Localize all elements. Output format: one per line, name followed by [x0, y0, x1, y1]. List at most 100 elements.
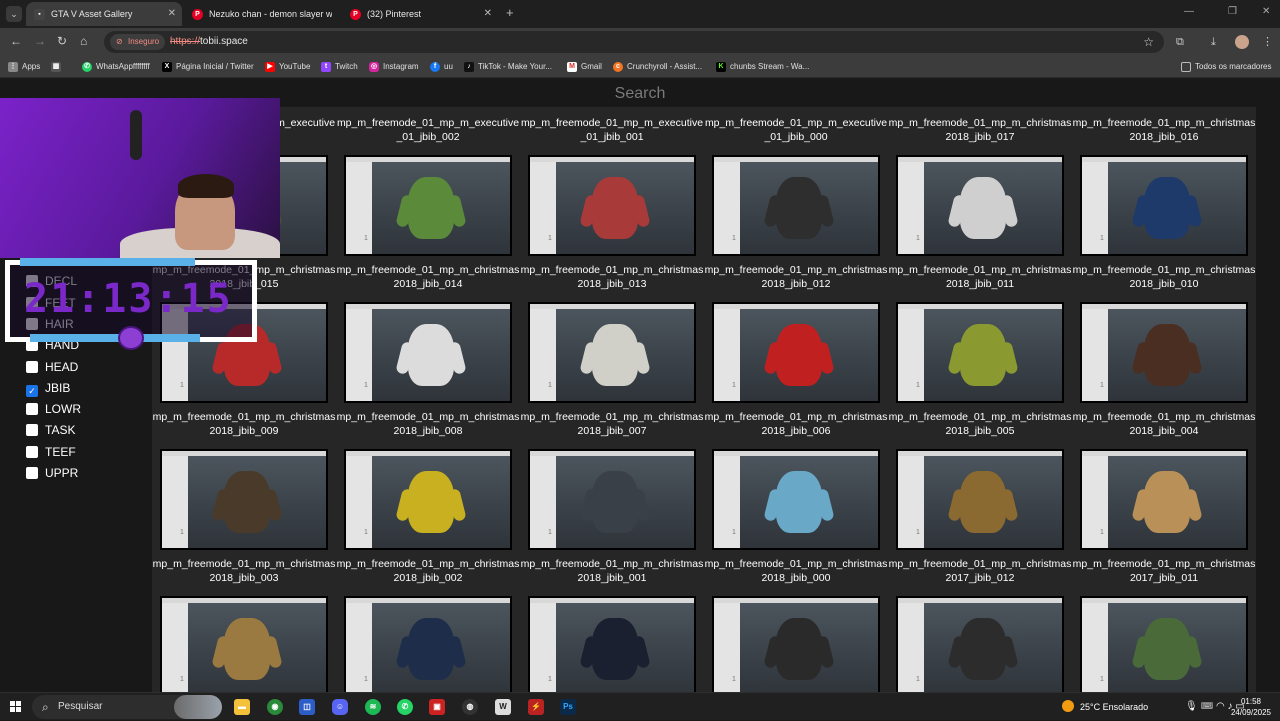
tab-pinterest[interactable]: P (32) Pinterest ✕ — [342, 2, 498, 26]
taskbar-search[interactable]: Pesquisar — [32, 695, 222, 719]
asset-card[interactable]: mp_m_freemode_01_mp_m_christmas2017_jbib… — [1073, 557, 1255, 692]
tab-nezuko[interactable]: P Nezuko chan - demon slayer w — [184, 2, 332, 26]
filter-uppr[interactable]: UPPR — [26, 463, 78, 483]
asset-card[interactable]: mp_m_freemode_01_mp_m_executive_01_jbib_… — [521, 116, 703, 263]
insecure-badge[interactable]: Inseguro — [110, 34, 166, 50]
asset-thumbnail[interactable]: 1 — [896, 596, 1064, 692]
minimize-icon[interactable]: — — [1184, 6, 1194, 17]
restore-icon[interactable]: ❐ — [1228, 6, 1237, 17]
checkbox[interactable] — [26, 360, 38, 373]
discord-icon[interactable]: ☺ — [332, 699, 348, 715]
bookmark-google-apps[interactable]: ▦ — [51, 56, 65, 78]
asset-card[interactable]: mp_m_freemode_01_mp_m_christmas2018_jbib… — [521, 410, 703, 557]
asset-card[interactable]: mp_m_freemode_01_mp_m_christmas2018_jbib… — [1073, 410, 1255, 557]
extensions-icon[interactable]: ⧉ — [1176, 35, 1184, 49]
checkbox[interactable] — [26, 445, 38, 458]
home-icon[interactable]: ⌂ — [80, 34, 87, 48]
bookmark-twitter[interactable]: X Página Inicial / Twitter — [162, 56, 254, 78]
asset-thumbnail[interactable]: 1 — [712, 155, 880, 256]
bookmark-tiktok[interactable]: ♪ TikTok - Make Your... — [464, 56, 552, 78]
new-tab-icon[interactable]: + — [506, 6, 514, 20]
asset-thumbnail[interactable]: 1 — [344, 155, 512, 256]
asset-thumbnail[interactable]: 1 — [896, 155, 1064, 256]
filter-task[interactable]: TASK — [26, 420, 75, 440]
bookmark-gmail[interactable]: M Gmail — [567, 56, 602, 78]
asset-card[interactable]: mp_m_freemode_01_mp_m_christmas2018_jbib… — [337, 410, 519, 557]
tab-gta-gallery[interactable]: ▪ GTA V Asset Gallery ✕ — [26, 2, 182, 26]
close-icon[interactable]: ✕ — [168, 2, 176, 26]
asset-thumbnail[interactable]: 1 — [528, 302, 696, 403]
app-icon[interactable]: ◫ — [299, 699, 315, 715]
spotify-icon[interactable]: ≋ — [365, 699, 381, 715]
asset-thumbnail[interactable]: 1 — [712, 596, 880, 692]
asset-card[interactable]: mp_m_freemode_01_mp_m_executive_01_jbib_… — [337, 116, 519, 263]
asset-thumbnail[interactable]: 1 — [1080, 155, 1248, 256]
obs-icon[interactable]: ◍ — [462, 699, 478, 715]
search-input[interactable] — [160, 82, 1120, 106]
bookmark-youtube[interactable]: ▶ YouTube — [265, 56, 310, 78]
checkbox[interactable] — [26, 467, 38, 479]
download-icon[interactable]: ⤓ — [1211, 35, 1216, 49]
asset-card[interactable]: mp_m_freemode_01_mp_m_christmas2018_jbib… — [889, 410, 1071, 557]
asset-card[interactable]: mp_m_freemode_01_mp_m_christmas2018_jbib… — [705, 263, 887, 410]
bookmark-whatsapp[interactable]: ✆ WhatsAppffffffff — [82, 56, 150, 78]
bookmark-crunchyroll[interactable]: c Crunchyroll - Assist... — [613, 56, 702, 78]
whatsapp-app-icon[interactable]: ✆ — [397, 699, 413, 715]
bookmark-facebook[interactable]: f uu — [430, 56, 453, 78]
asset-card[interactable]: mp_m_freemode_01_mp_m_christmas2018_jbib… — [1073, 263, 1255, 410]
asset-thumbnail[interactable]: 1 — [528, 155, 696, 256]
asset-thumbnail[interactable]: 1 — [160, 449, 328, 550]
asset-thumbnail[interactable]: 1 — [344, 302, 512, 403]
system-clock[interactable]: 01:58 24/09/2025 — [1228, 696, 1274, 718]
checkbox[interactable] — [26, 424, 38, 437]
asset-thumbnail[interactable]: 1 — [160, 596, 328, 692]
asset-card[interactable]: mp_m_freemode_01_mp_m_christmas2018_jbib… — [889, 263, 1071, 410]
filter-teef[interactable]: TEEF — [26, 442, 76, 462]
asset-thumbnail[interactable]: 1 — [712, 302, 880, 403]
asset-thumbnail[interactable]: 1 — [712, 449, 880, 550]
address-bar[interactable]: Inseguro https://tobii.space ☆ — [104, 31, 1164, 53]
filter-head[interactable]: HEAD — [26, 357, 78, 377]
checkbox[interactable] — [26, 403, 38, 416]
menu-kebab-icon[interactable]: ⋮ — [1262, 35, 1273, 49]
asset-thumbnail[interactable]: 1 — [528, 449, 696, 550]
asset-thumbnail[interactable]: 1 — [1080, 302, 1248, 403]
url-text[interactable]: https://tobii.space — [170, 31, 248, 53]
tab-search-icon[interactable]: ⌄ — [6, 6, 22, 22]
asset-card[interactable]: mp_m_freemode_01_mp_m_executive_01_jbib_… — [705, 116, 887, 263]
asset-thumbnail[interactable]: 1 — [344, 596, 512, 692]
asset-card[interactable]: mp_m_freemode_01_mp_m_christmas2018_jbib… — [337, 557, 519, 692]
file-explorer-icon[interactable]: ▬ — [234, 699, 250, 715]
asset-card[interactable]: mp_m_freemode_01_mp_m_christmas2018_jbib… — [153, 410, 335, 557]
asset-card[interactable]: mp_m_freemode_01_mp_m_christmas2018_jbib… — [521, 263, 703, 410]
checkbox-checked[interactable]: ✓ — [26, 384, 38, 397]
bookmark-twitch[interactable]: t Twitch — [321, 56, 358, 78]
bookmark-kick[interactable]: Kchunbs Stream - Wa... — [716, 56, 809, 78]
photoshop-icon[interactable]: Ps — [560, 699, 576, 715]
asset-thumbnail[interactable]: 1 — [528, 596, 696, 692]
asset-card[interactable]: mp_m_freemode_01_mp_m_christmas2018_jbib… — [1073, 116, 1255, 263]
filter-jbib[interactable]: ✓ JBIB — [26, 378, 70, 398]
reload-icon[interactable]: ↻ — [57, 34, 67, 48]
asset-thumbnail[interactable]: 1 — [896, 449, 1064, 550]
profile-avatar[interactable] — [1235, 35, 1249, 49]
filter-lowr[interactable]: LOWR — [26, 399, 81, 419]
asset-card[interactable]: mp_m_freemode_01_mp_m_christmas2018_jbib… — [153, 557, 335, 692]
close-icon[interactable]: ✕ — [484, 2, 492, 26]
window-close-icon[interactable]: ✕ — [1262, 6, 1270, 17]
asset-thumbnail[interactable]: 1 — [896, 302, 1064, 403]
asset-card[interactable]: mp_m_freemode_01_mp_m_christmas2018_jbib… — [521, 557, 703, 692]
game-launcher-icon[interactable]: ▣ — [429, 699, 445, 715]
all-bookmarks[interactable]: Todos os marcadores — [1181, 56, 1271, 78]
back-icon[interactable]: ← — [10, 34, 22, 48]
app-icon[interactable]: ⚡ — [528, 699, 544, 715]
bookmark-apps[interactable]: ⋮ Apps — [8, 56, 40, 78]
forward-icon[interactable]: → — [34, 34, 46, 48]
chrome-icon[interactable]: ◉ — [267, 699, 283, 715]
asset-thumbnail[interactable]: 1 — [344, 449, 512, 550]
windows-start-icon[interactable] — [10, 701, 22, 713]
word-app-icon[interactable]: W — [495, 699, 511, 715]
asset-thumbnail[interactable]: 1 — [1080, 449, 1248, 550]
asset-card[interactable]: mp_m_freemode_01_mp_m_christmas2018_jbib… — [705, 557, 887, 692]
asset-card[interactable]: mp_m_freemode_01_mp_m_christmas2018_jbib… — [337, 263, 519, 410]
